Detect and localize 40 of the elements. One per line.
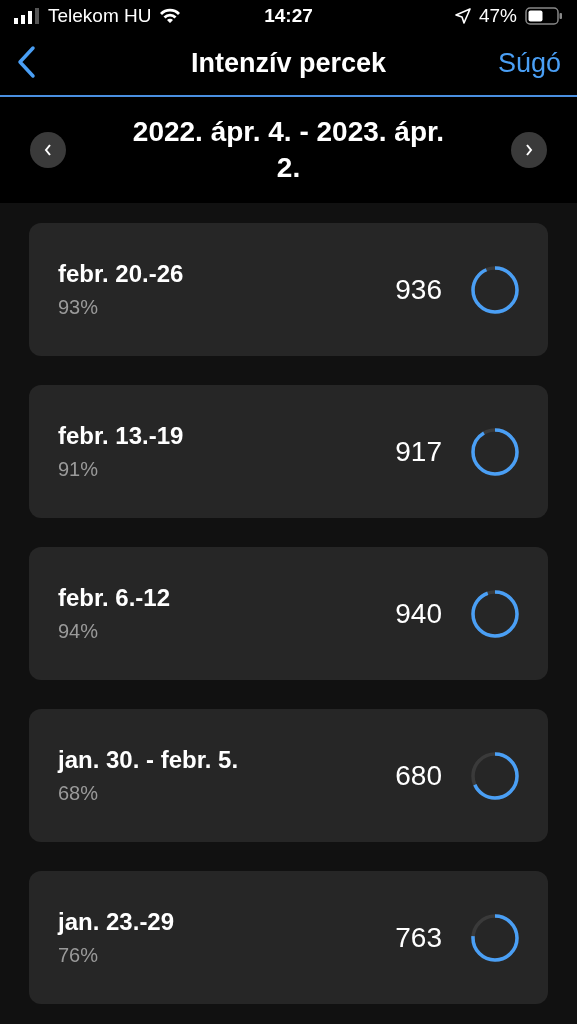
week-card[interactable]: jan. 23.-29 76% 763	[29, 871, 548, 1004]
minutes-value: 917	[395, 435, 442, 468]
chevron-right-icon	[524, 143, 534, 158]
location-arrow-icon	[455, 7, 471, 24]
chevron-left-icon	[16, 44, 36, 79]
minutes-value: 936	[395, 273, 442, 306]
next-period-button[interactable]	[511, 132, 547, 169]
goal-percent: 94%	[58, 620, 100, 643]
goal-percent: 93%	[58, 296, 100, 319]
week-range: febr. 13.-19	[58, 422, 185, 450]
week-range: jan. 30. - febr. 5.	[58, 746, 240, 774]
battery-percent: 47%	[479, 4, 517, 27]
week-card[interactable]: febr. 13.-19 91% 917	[29, 385, 548, 518]
week-range: febr. 6.-12	[58, 584, 172, 612]
minutes-value: 680	[395, 759, 442, 792]
week-card[interactable]: febr. 6.-12 94% 940	[29, 547, 548, 680]
week-range: jan. 23.-29	[58, 908, 176, 936]
minutes-value: 940	[395, 597, 442, 630]
signal-icon	[14, 7, 40, 24]
goal-percent: 68%	[58, 782, 100, 805]
week-card[interactable]: jan. 30. - febr. 5. 68% 680	[29, 709, 548, 842]
wifi-icon	[159, 7, 182, 24]
screen-title: Intenzív percek	[189, 47, 388, 79]
status-time: 14:27	[264, 4, 313, 27]
progress-ring	[470, 750, 520, 801]
battery-icon	[525, 6, 563, 25]
progress-ring	[470, 912, 520, 963]
goal-percent: 91%	[58, 458, 100, 481]
minutes-value: 763	[395, 921, 442, 954]
carrier-name: Telekom HU	[48, 4, 152, 27]
week-range: febr. 20.-26	[58, 260, 185, 288]
chevron-left-icon	[43, 143, 53, 158]
progress-ring	[470, 426, 520, 477]
week-card[interactable]: febr. 20.-26 93% 936	[29, 223, 548, 356]
period-label: 2022. ápr. 4. - 2023. ápr. 2.	[131, 115, 446, 186]
previous-period-button[interactable]	[30, 132, 66, 169]
progress-ring	[470, 264, 520, 315]
help-link[interactable]: Súgó	[491, 47, 561, 79]
progress-ring	[470, 588, 520, 639]
goal-percent: 76%	[58, 944, 100, 967]
